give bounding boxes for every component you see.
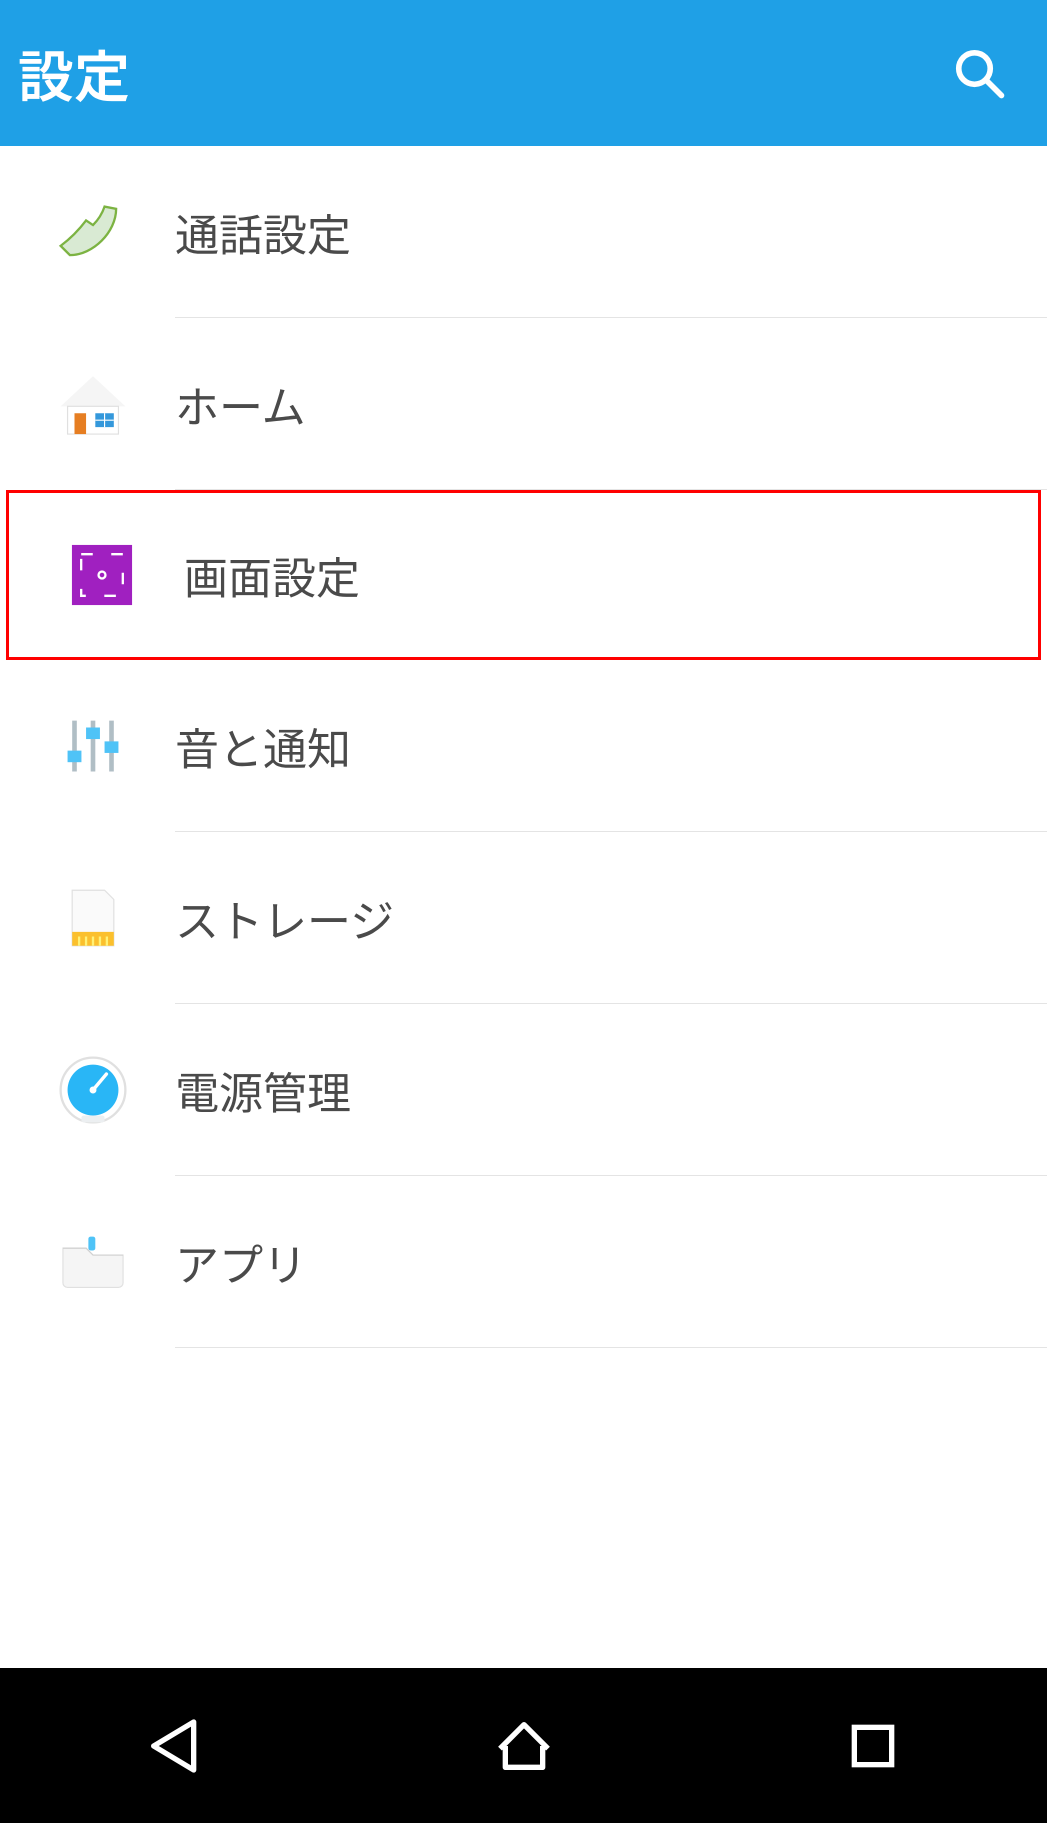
settings-item-label: ストレージ (175, 886, 394, 950)
house-icon (56, 367, 130, 441)
recent-icon (841, 1714, 905, 1778)
settings-item-label: 通話設定 (175, 200, 351, 264)
settings-item-label: 電源管理 (175, 1058, 351, 1122)
sliders-icon (56, 709, 130, 783)
settings-item-call[interactable]: 通話設定 (0, 146, 1047, 318)
sdcard-icon (56, 881, 130, 955)
navigation-bar (0, 1668, 1047, 1823)
display-icon (65, 538, 139, 612)
settings-item-storage[interactable]: ストレージ (0, 832, 1047, 1004)
settings-item-label: 画面設定 (184, 543, 360, 607)
home-icon (492, 1714, 556, 1778)
settings-item-label: ホーム (175, 372, 306, 436)
gauge-icon (56, 1053, 130, 1127)
settings-item-power[interactable]: 電源管理 (0, 1004, 1047, 1176)
settings-item-sound[interactable]: 音と通知 (0, 660, 1047, 832)
settings-item-home[interactable]: ホーム (0, 318, 1047, 490)
settings-list: 通話設定 ホーム (0, 146, 1047, 1668)
settings-item-display[interactable]: 画面設定 (6, 490, 1041, 660)
search-button[interactable] (929, 23, 1029, 123)
nav-back-button[interactable] (115, 1686, 235, 1806)
page-title: 設定 (18, 33, 130, 114)
search-icon (952, 46, 1006, 100)
settings-item-apps[interactable]: アプリ (0, 1176, 1047, 1348)
settings-item-label: 音と通知 (175, 714, 351, 778)
nav-recent-button[interactable] (813, 1686, 933, 1806)
back-icon (143, 1714, 207, 1778)
app-bar: 設定 (0, 0, 1047, 146)
nav-home-button[interactable] (464, 1686, 584, 1806)
phone-icon (56, 195, 130, 269)
settings-item-label: アプリ (175, 1230, 307, 1294)
folder-icon (56, 1225, 130, 1299)
